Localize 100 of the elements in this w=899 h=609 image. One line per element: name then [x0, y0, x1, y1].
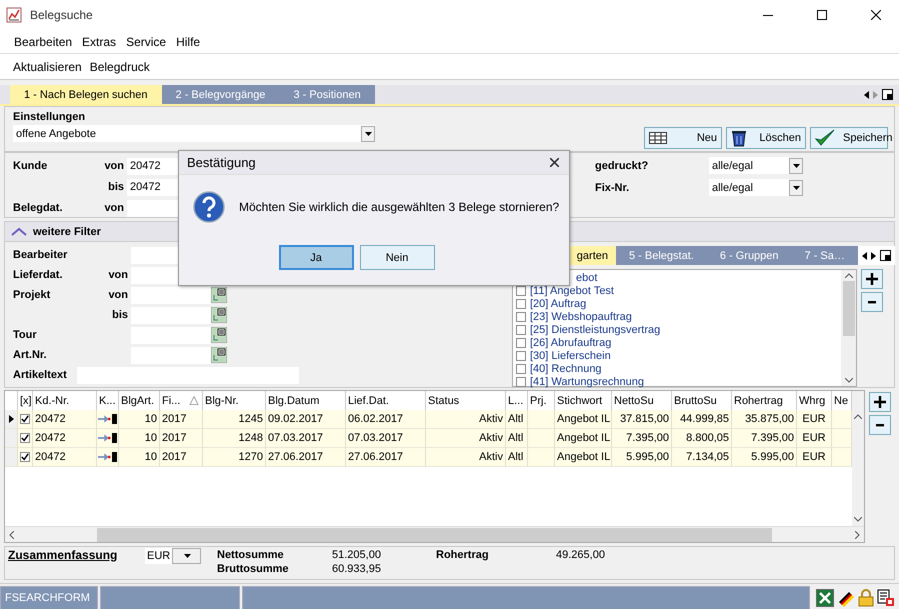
menu-item[interactable]: Hilfe [174, 32, 202, 50]
scrollbar[interactable] [5, 526, 864, 542]
checkbox[interactable] [20, 414, 30, 424]
toolbar-button[interactable]: Aktualisieren [11, 58, 84, 76]
input-field[interactable] [131, 286, 211, 304]
column-header[interactable]: Stichwort [555, 391, 612, 410]
flag-icon[interactable] [837, 589, 855, 607]
column-header[interactable]: Status [426, 391, 506, 410]
column-header[interactable]: Kd.-Nr. [33, 391, 97, 410]
scroll-left-icon[interactable] [9, 530, 14, 538]
tab[interactable]: 1 - Nach Belegen suchen [10, 85, 162, 104]
column-header[interactable]: NettoSu [612, 391, 672, 410]
table-cell: Angebot IL [555, 410, 612, 429]
dropdown-button[interactable] [361, 126, 375, 142]
checkbox[interactable] [20, 433, 30, 443]
section-title: weitere Filter [33, 226, 101, 238]
add-button[interactable] [869, 392, 891, 412]
checkbox[interactable] [516, 376, 526, 386]
column-header[interactable]: Prj. [528, 391, 555, 410]
lookup-icon[interactable] [211, 287, 227, 303]
list-item[interactable]: [40] Rechnung [530, 362, 602, 374]
lookup-icon[interactable] [211, 347, 227, 363]
list-item[interactable]: [30] Lieferschein [530, 350, 611, 362]
window-title: Belegsuche [30, 8, 94, 22]
remove-button[interactable] [861, 292, 883, 312]
close-icon[interactable] [550, 158, 559, 167]
list-item[interactable]: [23] Webshopauftrag [530, 310, 632, 322]
summary-link[interactable]: Zusammenfassung [8, 548, 145, 562]
arrow-icon[interactable] [98, 414, 111, 424]
column-header[interactable]: Rohertrag [732, 391, 797, 410]
column-header[interactable]: Fi... [160, 391, 203, 410]
list-item[interactable]: [11] Angebot Test [530, 284, 614, 296]
scrollbar[interactable] [841, 270, 856, 386]
scroll-right-icon[interactable] [855, 530, 860, 538]
column-header[interactable]: Lief.Dat. [346, 391, 426, 410]
column-header[interactable]: BruttoSu [672, 391, 732, 410]
dialog-button[interactable]: Nein [360, 245, 434, 270]
action-button[interactable]: Neu [644, 127, 722, 149]
list-item[interactable]: ebot [576, 272, 598, 284]
option-combobox[interactable]: alle/egal [709, 157, 789, 174]
lookup-icon[interactable] [211, 307, 227, 323]
list-item[interactable]: [20] Auftrag [530, 298, 586, 310]
scroll-up-icon[interactable] [844, 273, 852, 278]
checkbox[interactable] [516, 364, 526, 374]
scroll-right-icon[interactable] [870, 252, 876, 260]
list-item[interactable]: [25] Dienstleistungsvertrag [530, 324, 660, 336]
total-value: 49.265,00 [556, 548, 606, 562]
lookup-icon[interactable] [211, 327, 227, 343]
dialog-button[interactable]: Ja [278, 245, 354, 270]
checkbox[interactable] [516, 298, 526, 308]
input-field[interactable] [131, 306, 211, 324]
menu-item[interactable]: Service [124, 32, 168, 50]
input-field[interactable] [131, 326, 211, 344]
option-combobox[interactable]: alle/egal [709, 179, 789, 196]
menu-item[interactable]: Extras [80, 32, 118, 50]
scroll-down-icon[interactable] [844, 378, 852, 383]
minimize-icon[interactable] [763, 14, 773, 16]
column-header[interactable]: Blg.Datum [266, 391, 346, 410]
input-field[interactable] [131, 346, 211, 364]
arrow-icon[interactable] [98, 452, 111, 462]
row-header[interactable] [5, 410, 18, 429]
spreadsheet-icon[interactable] [816, 589, 834, 607]
add-button[interactable] [861, 269, 883, 289]
window-icon[interactable] [880, 250, 891, 261]
scroll-left-icon[interactable] [862, 252, 867, 260]
list-item[interactable]: [26] Abrufauftrag [530, 336, 612, 348]
field-label: Tour [13, 329, 38, 341]
checkbox[interactable] [20, 452, 30, 462]
scroll-down-icon[interactable] [854, 517, 862, 522]
settings-combobox[interactable]: offene Angebote [13, 125, 375, 142]
action-button[interactable]: Löschen [726, 127, 806, 149]
column-header[interactable]: Whrg [797, 391, 832, 410]
dropdown-button[interactable] [789, 180, 803, 196]
column-header[interactable]: [x] [18, 391, 33, 410]
list-item[interactable]: [41] Wartungsrechnung [530, 376, 644, 388]
column-header[interactable]: BlgArt. [119, 391, 160, 410]
dropdown-button[interactable] [172, 548, 201, 564]
window-icon[interactable] [882, 89, 893, 100]
scroll-up-icon[interactable] [854, 414, 862, 419]
column-header[interactable]: Blg-Nr. [203, 391, 266, 410]
scroll-left-icon[interactable] [864, 90, 869, 98]
menu-item[interactable]: Bearbeiten [12, 32, 74, 50]
column-header[interactable]: K... [97, 391, 119, 410]
column-header[interactable]: L... [506, 391, 528, 410]
checkbox[interactable] [516, 338, 526, 348]
column-header[interactable]: Ne [832, 391, 852, 410]
collapse-icon[interactable] [11, 227, 27, 236]
toolbar-button[interactable]: Belegdruck [88, 58, 152, 76]
dropdown-button[interactable] [789, 158, 803, 174]
checkbox[interactable] [516, 324, 526, 334]
maximize-icon[interactable] [817, 10, 827, 20]
checkbox[interactable] [516, 286, 526, 296]
arrow-icon[interactable] [98, 433, 111, 443]
checkbox[interactable] [516, 312, 526, 322]
currency-combobox[interactable]: EUR [145, 548, 201, 564]
close-icon[interactable] [871, 10, 881, 20]
checkbox[interactable] [516, 350, 526, 360]
remove-button[interactable] [869, 415, 891, 435]
field-label: bis [111, 309, 129, 321]
document-icon[interactable] [877, 589, 895, 607]
